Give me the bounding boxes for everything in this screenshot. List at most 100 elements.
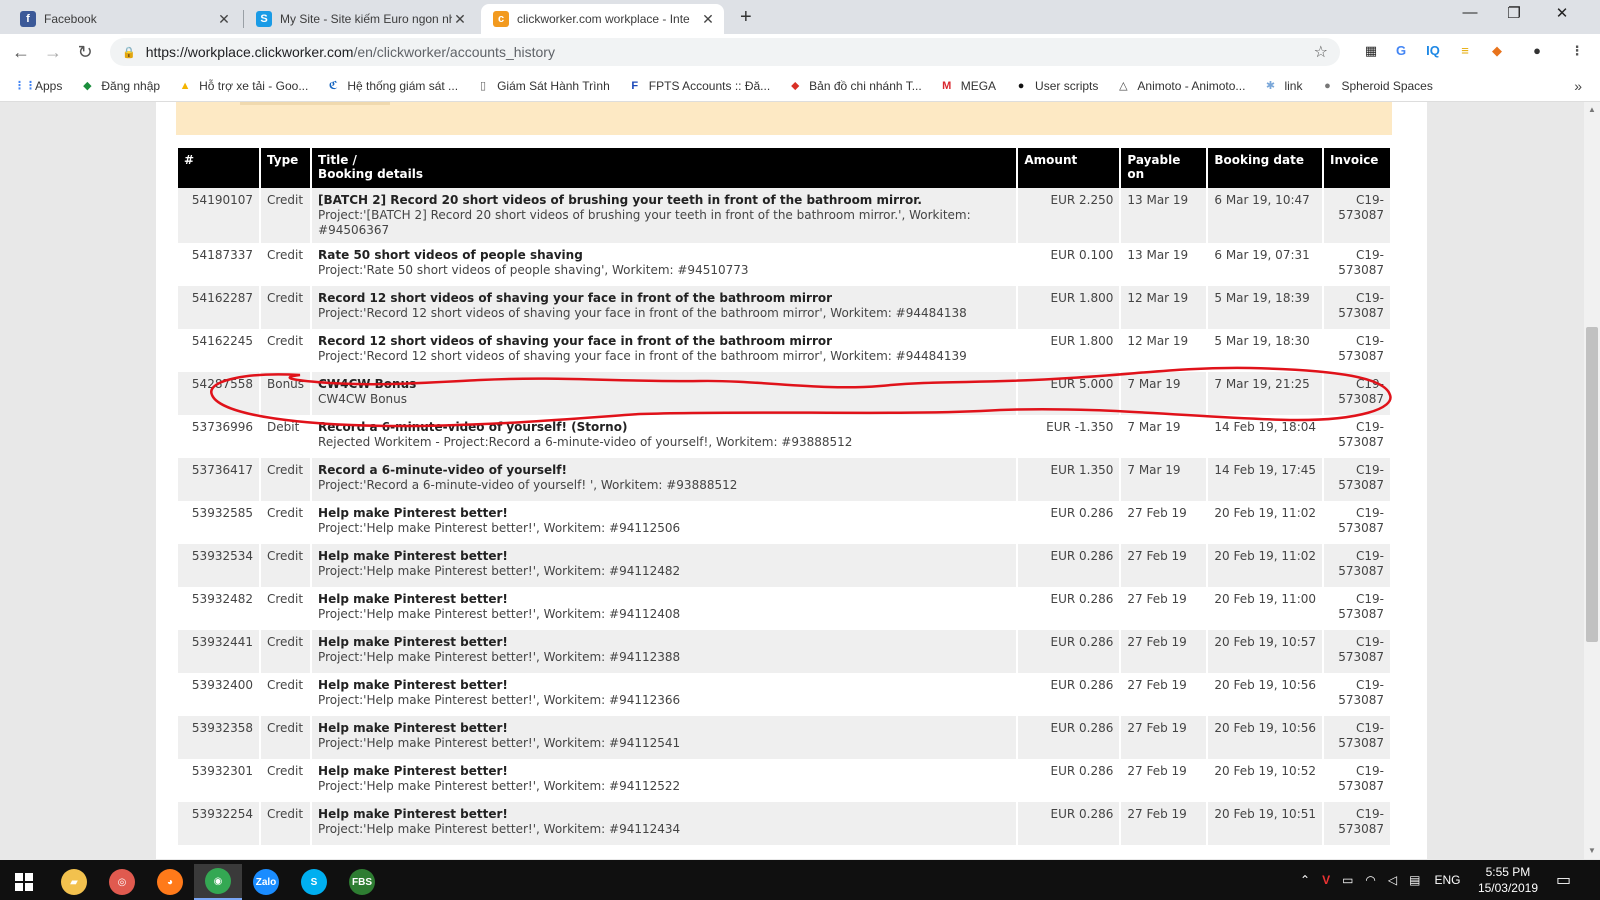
cell-number: 53932585 (178, 501, 259, 544)
booking-details: Project:'[BATCH 2] Record 20 short video… (318, 208, 971, 237)
scroll-up-arrow-icon[interactable]: ▲ (1584, 102, 1600, 118)
back-button[interactable]: ← (9, 40, 33, 64)
minimize-button[interactable]: — (1448, 4, 1492, 21)
cell-payable-on: 7 Mar 19 (1121, 415, 1207, 458)
bookmark-item[interactable]: ✱ link (1263, 79, 1303, 93)
cell-title: Help make Pinterest better! Project:'Help… (312, 544, 1017, 587)
cell-booking-date: 7 Mar 19, 21:25 (1208, 372, 1322, 415)
tracking-icon: ℭ (328, 79, 338, 92)
close-icon[interactable]: ✕ (452, 11, 468, 28)
booking-title: Record 12 short videos of shaving your f… (318, 334, 833, 348)
bookmarks-overflow-button[interactable]: » (1574, 78, 1582, 94)
system-tray: ⌃ V ▭ ◠ ◁ ▤ ENG (1300, 860, 1461, 900)
volume-icon[interactable]: ◁ (1388, 873, 1397, 887)
battery-icon[interactable]: ▭ (1342, 873, 1353, 887)
windows-start-icon[interactable] (0, 864, 48, 900)
stripes-icon[interactable]: ≡ (1456, 42, 1474, 60)
notifications-icon[interactable]: ▭ (1556, 860, 1571, 900)
address-bar[interactable]: 🔒 https://workplace.clickworker.com/en/c… (110, 38, 1340, 66)
taskbar-app[interactable]: ◕ (146, 864, 194, 900)
menu-icon[interactable]: ⋮ (1568, 42, 1586, 60)
facebook-icon: f (20, 11, 36, 27)
profile-avatar-icon[interactable]: ● (1528, 42, 1546, 60)
cell-type: Credit (261, 501, 311, 544)
clock-time: 5:55 PM (1485, 865, 1531, 879)
cell-invoice: C19-573087 (1324, 329, 1390, 372)
bookmark-label: User scripts (1035, 78, 1099, 93)
translate-icon[interactable]: G (1392, 42, 1410, 60)
maximize-button[interactable]: ❐ (1492, 4, 1536, 22)
bookmark-item[interactable]: ℭ Hệ thống giám sát ... (326, 79, 458, 93)
header-booking-date: Booking date (1208, 148, 1322, 188)
page-scrollbar[interactable]: ▲ ▼ (1584, 102, 1600, 859)
taskbar-clock[interactable]: 5:55 PM 15/03/2019 (1478, 864, 1538, 896)
keyboard-icon[interactable]: ▤ (1409, 873, 1420, 887)
cell-title: Help make Pinterest better! Project:'Help… (312, 673, 1017, 716)
chevron-up-icon[interactable]: ⌃ (1300, 873, 1310, 887)
antivirus-icon[interactable]: V (1322, 873, 1330, 887)
cell-amount: EUR 0.286 (1018, 501, 1120, 544)
bookmark-item[interactable]: ▲ Hỗ trợ xe tải - Goo... (178, 79, 309, 93)
booking-title: Help make Pinterest better! (318, 549, 508, 563)
close-icon[interactable]: ✕ (216, 11, 232, 28)
cell-invoice: C19-573087 (1324, 802, 1390, 845)
new-tab-button[interactable]: + (740, 6, 752, 29)
extension-icon[interactable]: ▦ (1362, 42, 1380, 60)
bookmark-item[interactable]: △ Animoto - Animoto... (1116, 79, 1245, 93)
taskbar-app[interactable]: ◉ (194, 864, 242, 900)
scroll-down-arrow-icon[interactable]: ▼ (1584, 843, 1600, 859)
cell-amount: EUR 5.000 (1018, 372, 1120, 415)
fox-icon[interactable]: ◆ (1488, 42, 1506, 60)
bookmark-label: Bản đồ chi nhánh T... (809, 78, 922, 93)
wifi-icon[interactable]: ◠ (1365, 873, 1375, 887)
cell-type: Credit (261, 759, 311, 802)
cell-invoice: C19-573087 (1324, 759, 1390, 802)
cell-amount: EUR 0.286 (1018, 802, 1120, 845)
taskbar-app[interactable]: S (290, 864, 338, 900)
booking-title: Record a 6-minute-video of yourself! (St… (318, 420, 628, 434)
cell-type: Credit (261, 673, 311, 716)
bookmark-item[interactable]: ⋮⋮ Apps (14, 79, 62, 93)
cell-booking-date: 20 Feb 19, 11:00 (1208, 587, 1322, 630)
forward-button[interactable]: → (41, 40, 65, 64)
taskbar-app[interactable]: Zalo (242, 864, 290, 900)
bookmark-item[interactable]: F FPTS Accounts :: Đă... (628, 79, 770, 93)
cell-title: Rate 50 short videos of people shaving Pr… (312, 243, 1017, 286)
tab-clickworker[interactable]: c clickworker.com workplace - Inte ✕ (481, 4, 724, 34)
iq-icon[interactable]: IQ (1424, 42, 1442, 60)
booking-title: [BATCH 2] Record 20 short videos of brus… (318, 193, 922, 207)
cell-booking-date: 20 Feb 19, 11:02 (1208, 501, 1322, 544)
taskbar-app[interactable]: FBS (338, 864, 386, 900)
bookmark-item[interactable]: ◆ Đăng nhập (80, 79, 160, 93)
booking-details: Project:'Help make Pinterest better!', W… (318, 521, 681, 535)
taskbar-app[interactable]: ◎ (98, 864, 146, 900)
bookmark-item[interactable]: ● Spheroid Spaces (1320, 79, 1433, 93)
cell-amount: EUR 0.286 (1018, 673, 1120, 716)
bookmark-star-icon[interactable]: ☆ (1314, 42, 1328, 62)
bookmark-label: Apps (35, 78, 63, 93)
tab-title: clickworker.com workplace - Inte (517, 12, 690, 26)
scrollbar-thumb[interactable] (1586, 327, 1598, 642)
table-row: 53932301 Credit Help make Pinterest better… (178, 759, 1390, 802)
language-indicator[interactable]: ENG (1434, 873, 1460, 887)
cell-payable-on: 27 Feb 19 (1121, 630, 1207, 673)
firefox-icon: ◕ (157, 869, 183, 895)
cell-title: Record a 6-minute-video of yourself! (St… (312, 415, 1017, 458)
bookmark-item[interactable]: ▯ Giám Sát Hành Trình (476, 79, 610, 93)
bookmark-item[interactable]: ⬥ Bản đồ chi nhánh T... (788, 78, 922, 93)
cell-type: Credit (261, 587, 311, 630)
reload-button[interactable]: ↻ (73, 40, 97, 64)
shield-icon: ◆ (83, 79, 92, 92)
close-icon[interactable]: ✕ (700, 11, 716, 28)
notice-banner-edge (240, 102, 390, 105)
bookmark-item[interactable]: M MEGA (940, 79, 996, 93)
close-window-button[interactable]: ✕ (1540, 4, 1584, 22)
cell-invoice: C19-573087 (1324, 544, 1390, 587)
taskbar-app[interactable]: ▰ (50, 864, 98, 900)
bookmark-item[interactable]: ● User scripts (1014, 78, 1099, 93)
bookmarks-bar: ⋮⋮ Apps ◆ Đăng nhập ▲ Hỗ trợ xe tải - Goo... ℭ… (0, 70, 1600, 102)
cell-type: Debit (261, 415, 311, 458)
tab-facebook[interactable]: f Facebook ✕ (8, 4, 240, 34)
tab-my-site[interactable]: S My Site - Site kiếm Euro ngon nh ✕ (244, 4, 476, 34)
chrome-icon: ◉ (205, 868, 231, 894)
